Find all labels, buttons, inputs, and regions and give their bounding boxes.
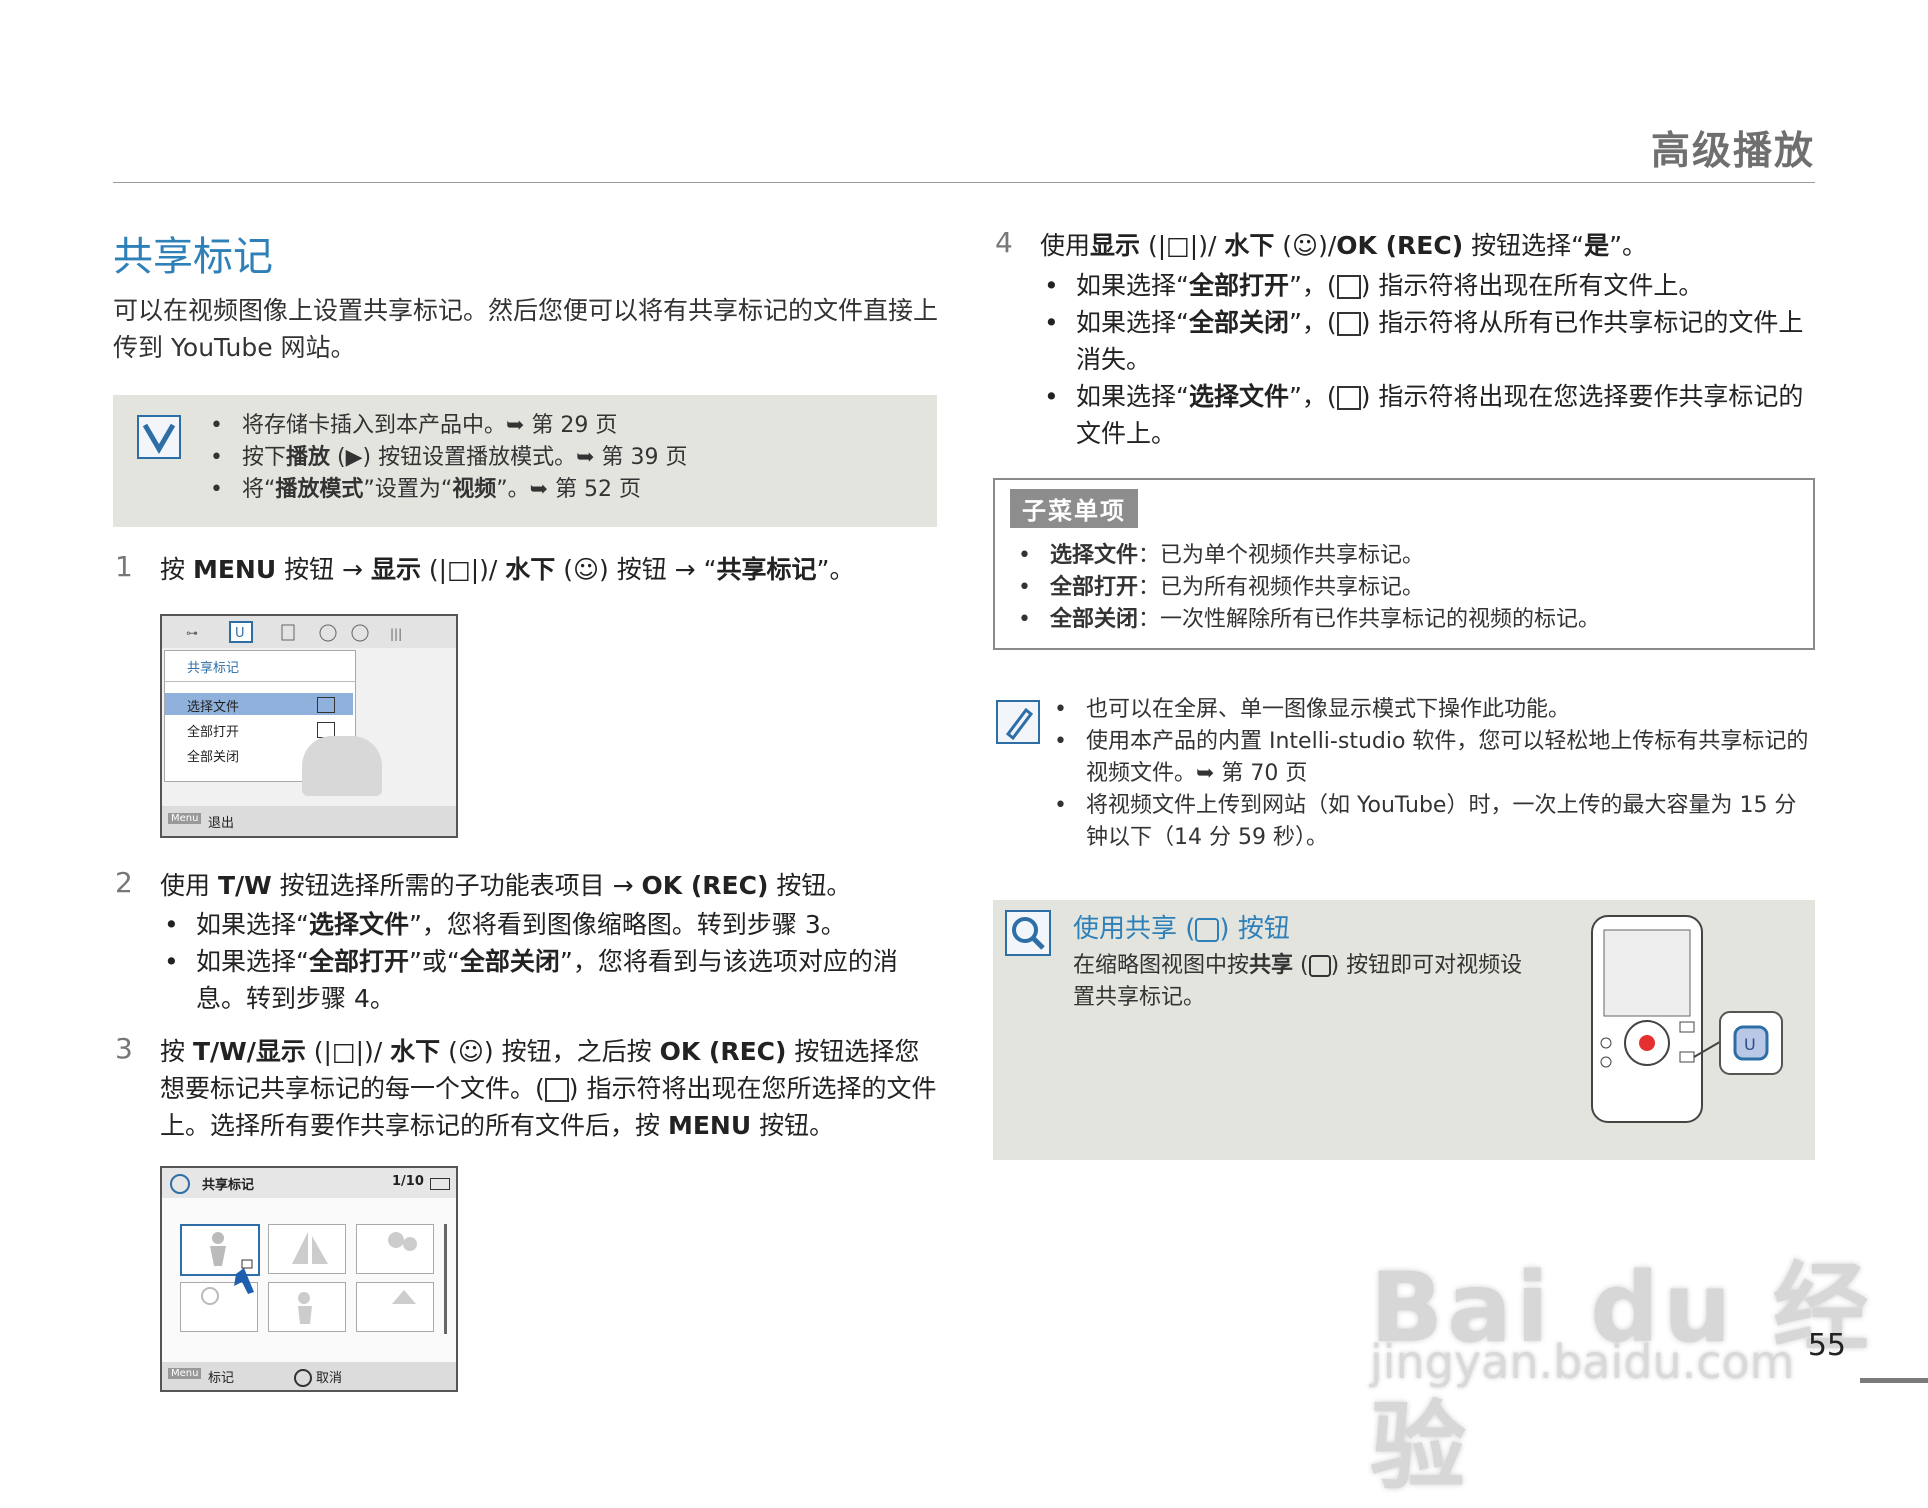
- note-item: 也可以在全屏、单一图像显示模式下操作此功能。: [1050, 694, 1810, 726]
- svg-text:U: U: [1744, 1035, 1756, 1054]
- tip-title: 使用共享 () 按钮: [1073, 914, 1290, 944]
- share-icon: [1195, 917, 1220, 942]
- bullet-item: 如果选择“选择文件”，您将看到图像缩略图。转到步骤 3。: [160, 906, 940, 943]
- intro-paragraph: 可以在视频图像上设置共享标记。然后您便可以将有共享标记的文件直接上传到 YouT…: [113, 296, 939, 362]
- share-mark-icon: [1336, 275, 1361, 299]
- step-4-text: 使用显示 (|□|)/ 水下 (☺)/OK (REC) 按钮选择“是”。: [1040, 231, 1648, 260]
- battery-icon: [430, 1178, 450, 1190]
- lcd-counter: 1/10: [392, 1174, 424, 1189]
- lcd-footer-label: 取消: [316, 1371, 343, 1386]
- lcd-background-figure: [302, 736, 382, 796]
- header-divider: [113, 182, 1815, 183]
- menu-button-icon: Menu: [168, 1368, 202, 1379]
- svg-text:|||: |||: [390, 627, 402, 641]
- magnifier-icon: [1005, 910, 1051, 956]
- svg-text:U: U: [235, 626, 245, 641]
- share-mark-icon: [1336, 312, 1361, 336]
- prep-item: 将存储卡插入到本产品中。➥ 第 29 页: [206, 410, 926, 442]
- step-number: 2: [115, 866, 133, 899]
- share-icon: [170, 1174, 190, 1194]
- share-icon: [1308, 955, 1331, 977]
- preparation-list: 将存储卡插入到本产品中。➥ 第 29 页 按下播放 (▶) 按钮设置播放模式。➥…: [206, 410, 926, 506]
- lcd-tab-bar: ⊶ U |||: [162, 616, 456, 648]
- lcd-menu-title: 共享标记: [187, 661, 240, 676]
- lcd-footer: Menu 标记 取消: [162, 1362, 456, 1390]
- step-4-bullets: 如果选择“全部打开”，() 指示符将出现在所有文件上。 如果选择“全部关闭”，(…: [1040, 267, 1810, 452]
- prep-item: 将“播放模式”设置为“视频”。➥ 第 52 页: [206, 474, 926, 506]
- share-mark-icon: [1336, 386, 1361, 410]
- step-1-text: 按 MENU 按钮 → 显示 (|□|)/ 水下 (☺) 按钮 → “共享标记”…: [160, 555, 855, 584]
- tip-body: 在缩略图视图中按共享 () 按钮即可对视频设置共享标记。: [1073, 953, 1523, 1010]
- page-number-rule: [1860, 1378, 1928, 1383]
- scrollbar[interactable]: [444, 1224, 447, 1334]
- submenu-item: 全部关闭：一次性解除所有已作共享标记的视频的标记。: [1014, 604, 1794, 636]
- lcd-menu-item: 全部打开: [187, 725, 240, 740]
- baidu-watermark-url: jingyan.baidu.com: [1370, 1335, 1795, 1389]
- notes-list: 也可以在全屏、单一图像显示模式下操作此功能。 使用本产品的内置 Intelli-…: [1050, 694, 1810, 854]
- submenu-tag: 子菜单项: [1010, 489, 1138, 528]
- submenu-item: 全部打开：已为所有视频作共享标记。: [1014, 572, 1794, 604]
- bullet-item: 如果选择“全部打开”，() 指示符将出现在所有文件上。: [1040, 267, 1810, 304]
- camcorder-illustration: U: [1591, 915, 1783, 1123]
- checklist-icon: [137, 415, 181, 459]
- step-2-text: 使用 T/W 按钮选择所需的子功能表项目 → OK (REC) 按钮。: [160, 871, 852, 900]
- step-number: 3: [115, 1032, 133, 1065]
- section-title: 共享标记: [113, 234, 273, 280]
- note-item: 使用本产品的内置 Intelli-studio 软件，您可以轻松地上传标有共享标…: [1050, 726, 1810, 790]
- lcd-footer: Menu 退出: [162, 806, 456, 836]
- step-3-text: 按 T/W/显示 (|□|)/ 水下 (☺) 按钮，之后按 OK (REC) 按…: [160, 1037, 937, 1140]
- lcd-thumb-title: 共享标记: [202, 1178, 255, 1193]
- lcd-thumbnail-screen: 共享标记 1/10 Menu 标记 取消: [160, 1166, 458, 1392]
- submenu-list: 选择文件：已为单个视频作共享标记。 全部打开：已为所有视频作共享标记。 全部关闭…: [1014, 540, 1794, 636]
- note-pencil-icon: [996, 700, 1040, 744]
- bullet-item: 如果选择“全部打开”或“全部关闭”，您将看到与该选项对应的消息。转到步骤 4。: [160, 943, 940, 1017]
- menu-button-icon: Menu: [168, 813, 202, 824]
- step-number: 1: [115, 550, 133, 583]
- thumbnail-figures: [201, 1232, 417, 1324]
- chapter-title: 高级播放: [1650, 129, 1815, 174]
- note-item: 将视频文件上传到网站（如 YouTube）时，一次上传的最大容量为 15 分钟以…: [1050, 790, 1810, 854]
- lcd-menu-item: 选择文件: [187, 700, 240, 715]
- ok-button-icon: [294, 1369, 312, 1387]
- lcd-footer-label: 退出: [208, 816, 235, 831]
- submenu-item: 选择文件：已为单个视频作共享标记。: [1014, 540, 1794, 572]
- page-number: 55: [1807, 1328, 1846, 1363]
- bullet-item: 如果选择“选择文件”，() 指示符将出现在您选择要作共享标记的文件上。: [1040, 378, 1810, 452]
- prep-item: 按下播放 (▶) 按钮设置播放模式。➥ 第 39 页: [206, 442, 926, 474]
- lcd-thumb-header: 共享标记 1/10: [162, 1168, 456, 1198]
- lcd-menu-screen: ⊶ U ||| 共享标记 选择文件 全部打开 全部关闭 Menu 退出: [160, 614, 458, 838]
- step-number: 4: [995, 226, 1013, 259]
- share-mark-icon: [544, 1078, 569, 1102]
- lcd-menu-item: 全部关闭: [187, 750, 240, 765]
- bullet-item: 如果选择“全部关闭”，() 指示符将从所有已作共享标记的文件上消失。: [1040, 304, 1810, 378]
- share-mark-icon: [317, 697, 335, 713]
- svg-text:⊶: ⊶: [186, 626, 198, 640]
- lcd-footer-label: 标记: [208, 1371, 235, 1386]
- step-2-bullets: 如果选择“选择文件”，您将看到图像缩略图。转到步骤 3。 如果选择“全部打开”或…: [160, 906, 940, 1017]
